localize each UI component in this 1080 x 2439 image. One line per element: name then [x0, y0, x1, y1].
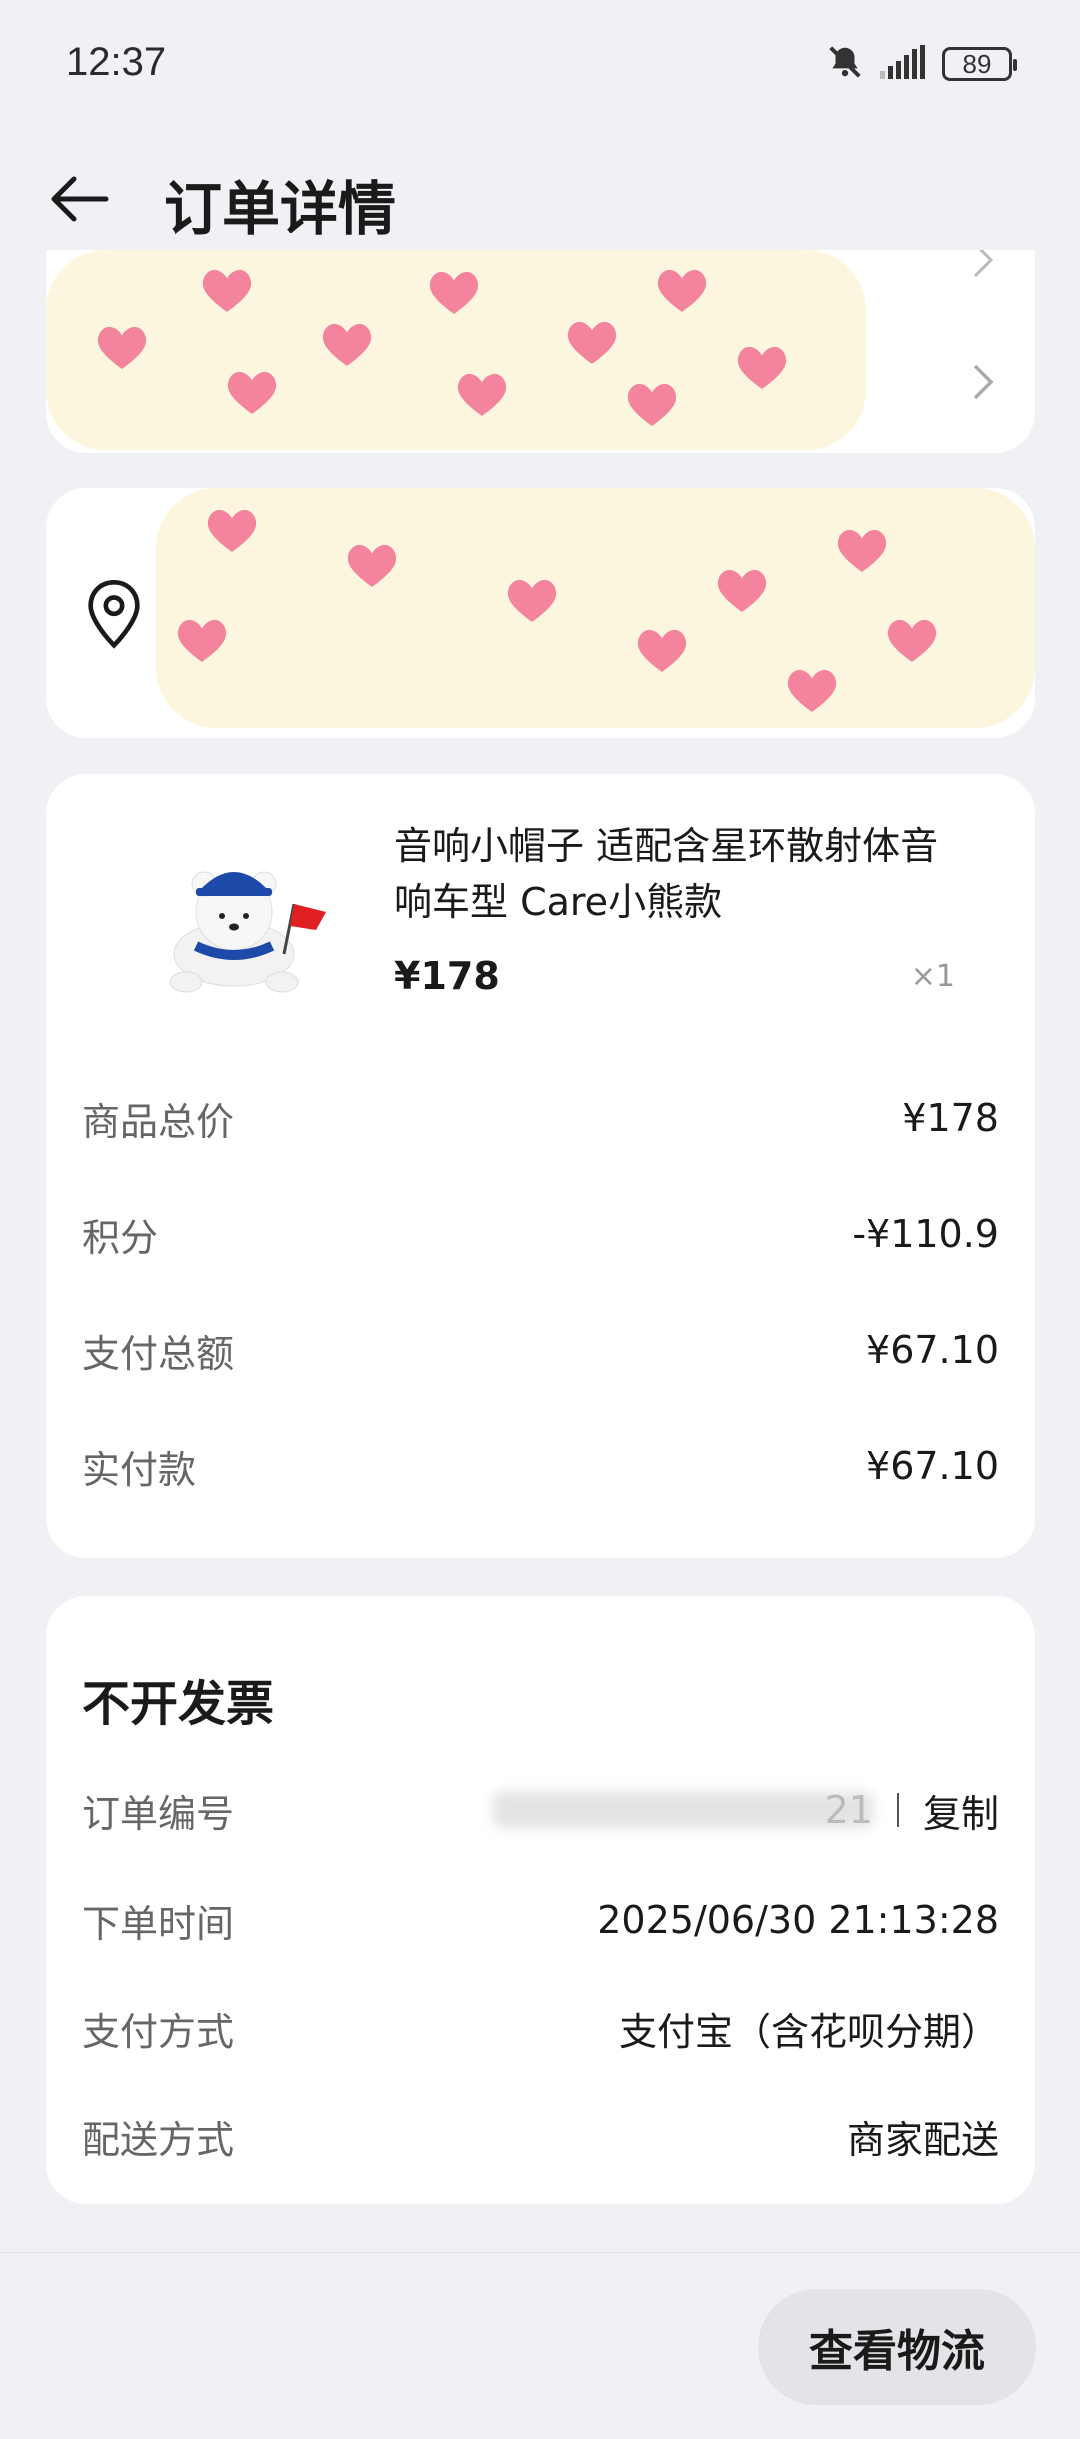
heart-icon: [786, 668, 838, 714]
price-row-paid: 实付款 ¥67.10: [82, 1436, 999, 1496]
row-label: 下单时间: [82, 1901, 235, 1946]
status-icons: 89: [826, 43, 1017, 85]
row-value: 支付宝（含花呗分期）: [618, 2009, 999, 2054]
product-name[interactable]: 音响小帽子 适配含星环散射体音响车型 Care小熊款: [394, 818, 954, 930]
chevron-right-icon: [967, 250, 997, 280]
row-label: 订单编号: [82, 1791, 235, 1836]
order-time-row: 下单时间 2025/06/30 21:13:28: [82, 1890, 999, 1950]
heart-icon: [201, 268, 253, 314]
heart-icon: [886, 618, 938, 664]
product-price: ¥178: [394, 954, 500, 998]
divider: [896, 1793, 899, 1827]
order-number-wrap: 21 复制: [492, 1783, 999, 1838]
heart-icon: [176, 618, 228, 664]
redacted-text: [492, 1792, 873, 1828]
store-card[interactable]: [46, 250, 1035, 453]
row-value: ¥178: [902, 1096, 999, 1140]
heart-icon: [346, 543, 398, 589]
price-row-payment-total: 支付总额 ¥67.10: [82, 1320, 999, 1380]
order-info-card: 不开发票 订单编号 21 复制 下单时间 2025/06/30 21:13:28…: [46, 1596, 1035, 2204]
heart-icon: [626, 382, 678, 428]
address-card[interactable]: [46, 488, 1035, 738]
battery-icon: 89: [942, 47, 1017, 81]
bottom-action-bar: 查看物流: [0, 2252, 1080, 2439]
row-value: 商家配送: [846, 2117, 999, 2162]
row-value: -¥110.9: [852, 1212, 999, 1256]
status-bar: 12:37 89: [0, 0, 1080, 130]
product-quantity: ×1: [910, 959, 955, 994]
signal-icon: [878, 45, 928, 83]
row-label: 商品总价: [82, 1099, 235, 1144]
row-label: 积分: [82, 1215, 159, 1260]
heart-icon: [321, 322, 373, 368]
heart-icon: [836, 528, 888, 574]
heart-icon: [226, 370, 278, 416]
row-value: ¥67.10: [866, 1328, 999, 1372]
bell-muted-icon: [826, 43, 864, 85]
heart-icon: [456, 372, 508, 418]
order-number-row: 订单编号 21 复制: [82, 1780, 999, 1840]
heart-icon: [716, 568, 768, 614]
delivery-method-row: 配送方式 商家配送: [82, 2106, 999, 2166]
arrow-left-icon: [46, 176, 116, 238]
heart-icon: [96, 325, 148, 371]
heart-icon: [506, 578, 558, 624]
privacy-sticker: [156, 488, 1035, 728]
invoice-status: 不开发票: [82, 1676, 275, 1732]
row-label: 支付总额: [82, 1331, 235, 1376]
back-button[interactable]: [46, 164, 116, 234]
row-value: ¥67.10: [866, 1444, 999, 1488]
page-title: 订单详情: [164, 175, 397, 243]
copy-button[interactable]: 复制: [923, 1783, 999, 1838]
view-logistics-button[interactable]: 查看物流: [758, 2289, 1036, 2405]
location-pin-icon: [86, 579, 142, 650]
row-label: 配送方式: [82, 2117, 235, 2162]
product-card: 音响小帽子 适配含星环散射体音响车型 Care小熊款 ¥178 ×1 商品总价 …: [46, 774, 1035, 1558]
payment-method-row: 支付方式 支付宝（含花呗分期）: [82, 1998, 999, 2058]
row-label: 支付方式: [82, 2009, 235, 2054]
row-value: 2025/06/30 21:13:28: [597, 1898, 999, 1942]
heart-icon: [736, 345, 788, 391]
row-label: 实付款: [82, 1447, 197, 1492]
heart-icon: [206, 508, 258, 554]
heart-icon: [636, 628, 688, 674]
product-image[interactable]: [156, 834, 336, 1004]
heart-icon: [656, 268, 708, 314]
chevron-right-icon: [967, 362, 997, 402]
price-row-subtotal: 商品总价 ¥178: [82, 1088, 999, 1148]
price-row-points: 积分 -¥110.9: [82, 1204, 999, 1264]
order-number-value: 21: [492, 1788, 873, 1832]
status-time: 12:37: [66, 40, 167, 84]
heart-icon: [428, 270, 480, 316]
heart-icon: [566, 320, 618, 366]
